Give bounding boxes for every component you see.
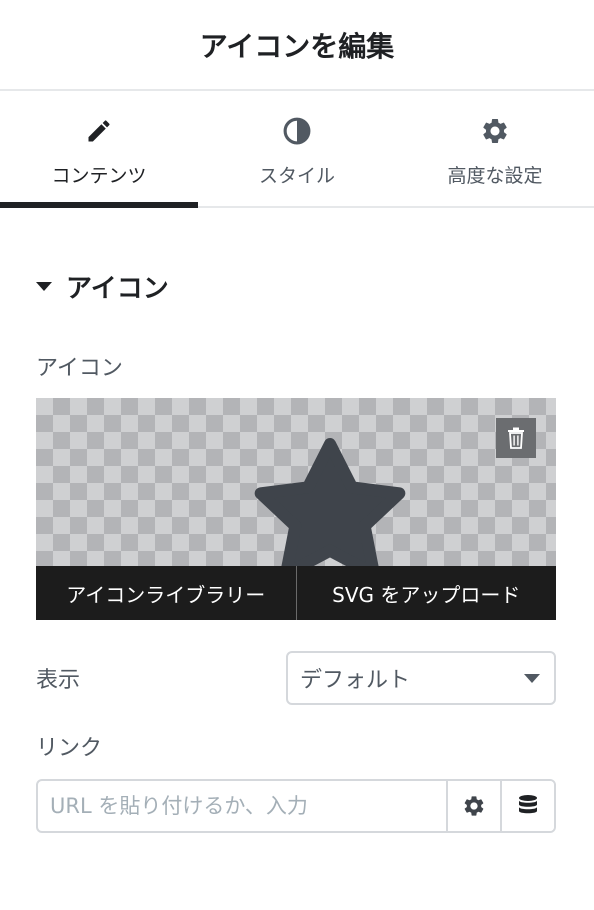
section-icon-toggle[interactable]: アイコン: [36, 268, 169, 305]
view-select[interactable]: デフォルト: [286, 651, 556, 705]
gear-icon: [479, 115, 511, 147]
section-title: アイコン: [66, 274, 169, 304]
tab-style-label: スタイル: [258, 165, 335, 187]
icon-field-label: アイコン: [36, 356, 123, 381]
view-select-value: デフォルト: [300, 668, 411, 693]
link-field-label: リンク: [36, 736, 103, 761]
upload-svg-button[interactable]: SVG をアップロード: [295, 566, 557, 620]
tab-advanced-label: 高度な設定: [447, 165, 543, 187]
tab-bar: コンテンツ スタイル 高度な設定: [0, 91, 594, 208]
link-url-input[interactable]: [38, 781, 446, 831]
gear-icon: [464, 796, 484, 816]
panel-header: アイコンを編集: [0, 0, 594, 91]
delete-icon-button[interactable]: [496, 418, 536, 458]
link-control: [36, 779, 556, 833]
trash-icon: [508, 427, 524, 449]
media-actions-bar: アイコンライブラリー SVG をアップロード: [36, 566, 556, 620]
database-icon: [519, 795, 537, 814]
icon-media-preview[interactable]: アイコンライブラリー SVG をアップロード: [36, 398, 556, 620]
contrast-icon: [281, 115, 313, 147]
chevron-down-icon: [524, 674, 540, 683]
tab-advanced[interactable]: 高度な設定: [396, 91, 594, 206]
tab-content[interactable]: コンテンツ: [0, 91, 198, 208]
dynamic-tags-button[interactable]: [500, 781, 554, 831]
link-options-button[interactable]: [446, 781, 500, 831]
caret-down-icon: [36, 282, 52, 291]
tab-style[interactable]: スタイル: [198, 91, 396, 206]
pencil-icon: [83, 115, 115, 147]
view-field-label: 表示: [36, 668, 81, 693]
icon-library-button[interactable]: アイコンライブラリー: [36, 566, 296, 620]
tab-content-label: コンテンツ: [51, 165, 147, 187]
panel-title: アイコンを編集: [199, 29, 395, 63]
